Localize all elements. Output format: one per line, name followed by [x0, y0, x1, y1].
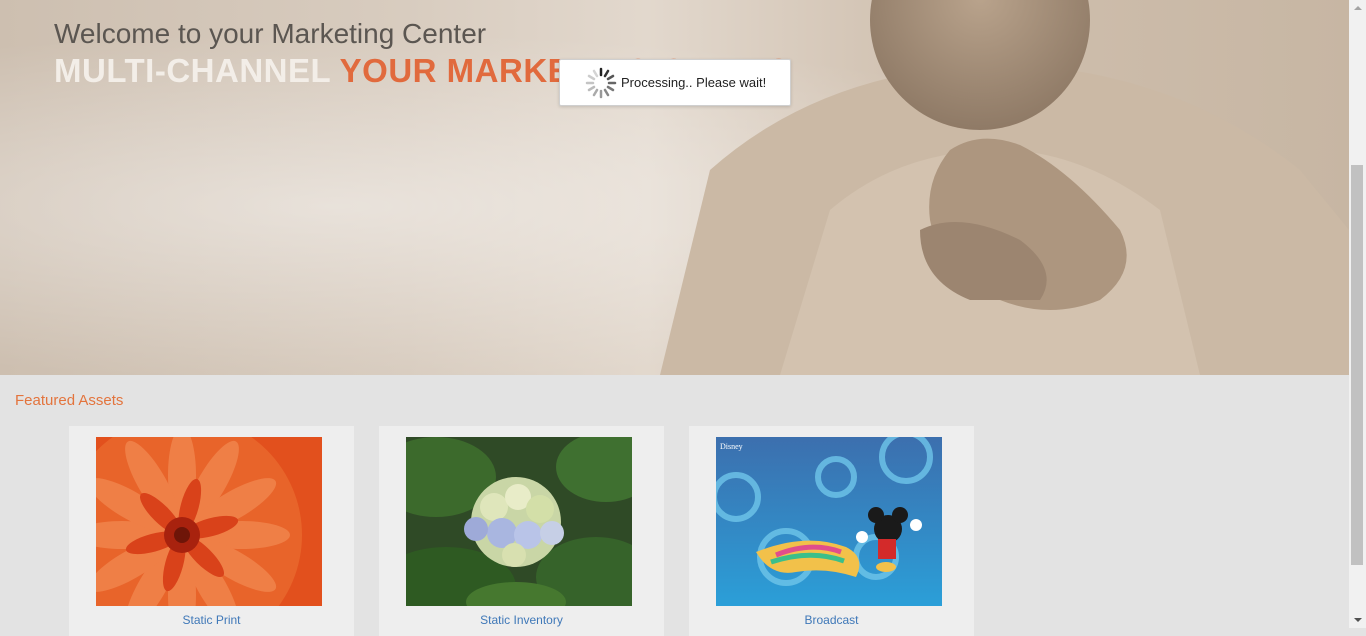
hero-banner: Welcome to your Marketing Center MULTI-C… [0, 0, 1349, 375]
processing-dialog: Processing.. Please wait! [559, 59, 791, 106]
scrollbar-thumb[interactable] [1351, 165, 1363, 565]
featured-assets-heading: Featured Assets [15, 392, 124, 409]
vertical-scrollbar[interactable] [1349, 0, 1366, 628]
asset-label-broadcast[interactable]: Broadcast [689, 613, 974, 627]
hydrangea-flower-image[interactable] [406, 437, 632, 606]
mickey-mouse-art-image[interactable]: Disney [716, 437, 942, 606]
svg-text:Disney: Disney [720, 442, 743, 451]
asset-card-broadcast[interactable]: Disney Broadcast [689, 426, 974, 636]
scroll-up-arrow-icon[interactable] [1349, 0, 1366, 17]
loading-spinner-icon [585, 67, 617, 99]
asset-card-static-inventory[interactable]: Static Inventory [379, 426, 664, 636]
asset-label-static-inventory[interactable]: Static Inventory [379, 613, 664, 627]
orange-chrysanthemum-image[interactable] [96, 437, 322, 606]
processing-message: Processing.. Please wait! [621, 75, 767, 90]
scroll-down-arrow-icon[interactable] [1349, 611, 1366, 628]
hero-subtitle: Welcome to your Marketing Center [54, 18, 487, 49]
hero-title-part1: MULTI-CHANNEL [54, 52, 331, 89]
asset-label-static-print[interactable]: Static Print [69, 613, 354, 627]
asset-card-static-print[interactable]: Static Print [69, 426, 354, 636]
